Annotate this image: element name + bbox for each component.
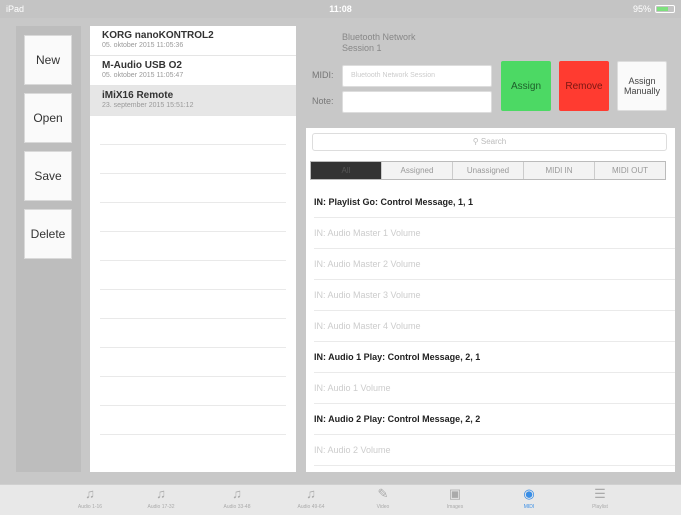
message-row[interactable]: IN: Audio Master 2 Volume xyxy=(314,249,675,280)
device-item-selected[interactable]: iMiX16 Remote 23. september 2015 15:51:1… xyxy=(90,86,296,116)
tab-audio-1-16[interactable]: ♫ Audio 1-16 xyxy=(62,487,118,510)
filter-assigned[interactable]: Assigned xyxy=(382,162,453,179)
empty-row xyxy=(100,116,286,145)
tab-midi[interactable]: ◉ MIDI xyxy=(501,487,557,510)
message-row[interactable]: IN: Audio 1 Play: Control Message, 2, 1 xyxy=(314,342,675,373)
assign-button[interactable]: Assign xyxy=(501,61,551,111)
empty-row xyxy=(100,406,286,435)
filter-unassigned[interactable]: Unassigned xyxy=(453,162,524,179)
clock: 11:08 xyxy=(329,4,352,14)
pencil-box-icon: ✎ xyxy=(377,486,389,501)
device-item[interactable]: KORG nanoKONTROL2 05. oktober 2015 11:05… xyxy=(90,26,296,56)
new-button[interactable]: New xyxy=(24,35,72,85)
battery-icon xyxy=(655,5,675,13)
midi-label: MIDI: xyxy=(312,70,334,80)
message-row[interactable]: IN: Audio 2 Volume xyxy=(314,435,675,466)
message-list: IN: Playlist Go: Control Message, 1, 1 I… xyxy=(306,187,675,466)
device-list: KORG nanoKONTROL2 05. oktober 2015 11:05… xyxy=(90,26,296,472)
battery-percent: 95% xyxy=(632,4,651,14)
device-date: 23. september 2015 15:51:12 xyxy=(102,102,194,109)
search-icon: ⚲ xyxy=(472,137,479,146)
message-row[interactable]: IN: Audio Master 1 Volume xyxy=(314,218,675,249)
music-note-icon: ♫ xyxy=(85,486,95,501)
search-placeholder: Search xyxy=(480,137,507,146)
tab-audio-49-64[interactable]: ♫ Audio 49-64 xyxy=(283,487,339,510)
filter-midi-out[interactable]: MIDI OUT xyxy=(595,162,665,179)
music-note-icon: ♫ xyxy=(306,486,316,501)
tab-playlist[interactable]: ☰ Playlist xyxy=(572,487,628,510)
network-name: Bluetooth Network xyxy=(342,32,416,42)
music-note-icon: ♫ xyxy=(232,486,242,501)
filter-segmented-control: All Assigned Unassigned MIDI IN MIDI OUT xyxy=(310,161,666,180)
midi-port-icon: ◉ xyxy=(523,486,535,501)
tab-label: Audio 17-32 xyxy=(147,504,175,510)
device-name: iMiX16 Remote xyxy=(102,90,174,101)
tab-label: Audio 49-64 xyxy=(297,504,325,510)
session-name: Session 1 xyxy=(342,43,382,53)
device-item[interactable]: M-Audio USB O2 05. oktober 2015 11:05:47 xyxy=(90,56,296,86)
tab-audio-33-48[interactable]: ♫ Audio 33-48 xyxy=(209,487,265,510)
note-label: Note: xyxy=(312,96,334,106)
tab-video[interactable]: ✎ Video xyxy=(355,487,411,510)
search-field[interactable]: ⚲ Search xyxy=(312,133,667,151)
filter-all[interactable]: All xyxy=(311,162,382,179)
device-date: 05. oktober 2015 11:05:36 xyxy=(102,42,184,49)
empty-row xyxy=(100,377,286,406)
empty-row xyxy=(100,232,286,261)
empty-row xyxy=(100,348,286,377)
status-bar: iPad 11:08 95% xyxy=(0,0,681,18)
tab-images[interactable]: ▣ Images xyxy=(427,487,483,510)
image-icon: ▣ xyxy=(448,486,462,501)
filter-midi-in[interactable]: MIDI IN xyxy=(524,162,595,179)
tab-label: Audio 33-48 xyxy=(223,504,251,510)
message-row[interactable]: IN: Audio Master 4 Volume xyxy=(314,311,675,342)
message-row[interactable]: IN: Playlist Go: Control Message, 1, 1 xyxy=(314,187,675,218)
tab-label: Playlist xyxy=(592,504,608,510)
open-button[interactable]: Open xyxy=(24,93,72,143)
midi-field[interactable]: Bluetooth Network Session xyxy=(342,65,492,87)
tab-audio-17-32[interactable]: ♫ Audio 17-32 xyxy=(133,487,189,510)
network-info: Bluetooth Network Session 1 xyxy=(342,32,416,54)
tab-label: MIDI xyxy=(523,504,535,510)
tab-label: Images xyxy=(446,504,464,510)
message-row[interactable]: IN: Audio 1 Volume xyxy=(314,373,675,404)
empty-row xyxy=(100,174,286,203)
message-row[interactable]: IN: Audio Master 3 Volume xyxy=(314,280,675,311)
device-date: 05. oktober 2015 11:05:47 xyxy=(102,72,184,79)
tab-label: Audio 1-16 xyxy=(77,504,103,510)
music-note-icon: ♫ xyxy=(156,486,166,501)
message-row[interactable]: IN: Audio 2 Play: Control Message, 2, 2 xyxy=(314,404,675,435)
device-name: KORG nanoKONTROL2 xyxy=(102,30,214,41)
save-button[interactable]: Save xyxy=(24,151,72,201)
device-name: M-Audio USB O2 xyxy=(102,60,182,71)
assign-manually-button[interactable]: Assign Manually xyxy=(617,61,667,111)
empty-row xyxy=(100,145,286,174)
empty-row xyxy=(100,319,286,348)
tab-label: Video xyxy=(376,504,390,510)
empty-row xyxy=(100,290,286,319)
delete-button[interactable]: Delete xyxy=(24,209,72,259)
remove-button[interactable]: Remove xyxy=(559,61,609,111)
empty-row xyxy=(100,203,286,232)
empty-row xyxy=(100,261,286,290)
note-field[interactable] xyxy=(342,91,492,113)
list-icon: ☰ xyxy=(594,486,606,501)
